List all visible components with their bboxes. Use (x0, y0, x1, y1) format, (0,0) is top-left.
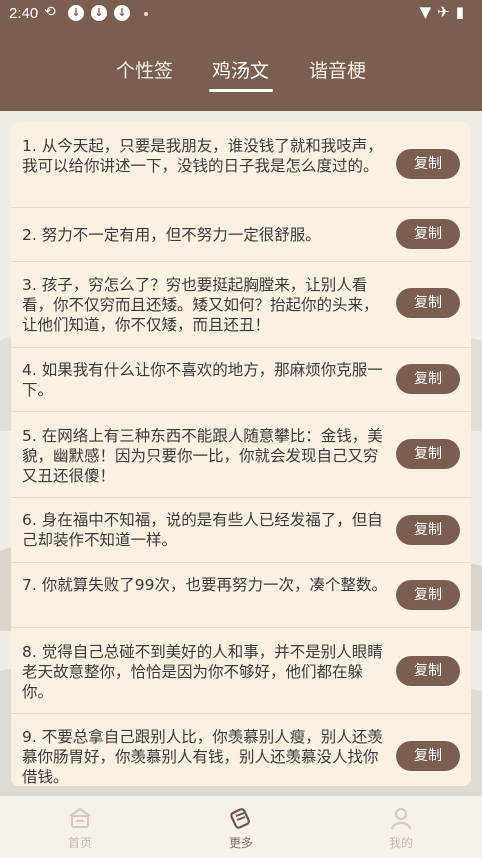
quote-text: 2. 努力不一定有用，但不努力一定很舒服。 (22, 226, 321, 244)
copy-button[interactable]: 复制 (396, 149, 460, 179)
download-icon: ↓ (91, 5, 107, 21)
download-icon: ↓ (114, 5, 130, 21)
quote-text: 5. 在网络上有三种东西不能跟人随意攀比：金钱，美貌，幽默感！因为只要你一比，你… (22, 427, 383, 485)
list-item: 2. 努力不一定有用，但不努力一定很舒服。 复制 (11, 208, 471, 262)
list-item: 9. 不要总拿自己跟别人比，你羡慕别人瘦，别人还羡慕你肠胃好，你羡慕别人有钱，别… (11, 714, 471, 786)
airplane-icon: ✈ (437, 3, 456, 21)
sync-off-icon: ⟲ (44, 4, 56, 20)
list-item: 3. 孩子，穷怎么了？穷也要挺起胸膛来，让别人看看，你不仅穷而且还矮。矮又如何？… (11, 262, 471, 348)
nav-mine[interactable]: 我的 (361, 796, 441, 858)
user-icon (391, 808, 411, 830)
copy-button[interactable]: 复制 (396, 515, 460, 545)
copy-button[interactable]: 复制 (396, 364, 460, 394)
list-item: 5. 在网络上有三种东西不能跟人随意攀比：金钱，美貌，幽默感！因为只要你一比，你… (11, 412, 471, 498)
app-header: 2:40 ⟲ ↓ ↓ ↓ ▼✈▮ 个性签 鸡汤文 谐音梗 (0, 0, 482, 111)
battery-icon: ▮ (455, 3, 470, 21)
quote-text: 6. 身在福中不知福，说的是有些人已经发福了，但自己却装作不知道一样。 (22, 511, 383, 549)
status-bar: 2:40 ⟲ ↓ ↓ ↓ ▼✈▮ (0, 0, 482, 28)
copy-button[interactable]: 复制 (396, 288, 460, 318)
tab-active-indicator (209, 89, 273, 92)
quote-list: 1. 从今天起，只要是我朋友，谁没钱了就和我吱声，我可以给你讲述一下，没钱的日子… (11, 122, 471, 786)
quote-text: 4. 如果我有什么让你不喜欢的地方，那麻烦你克服一下。 (22, 361, 383, 399)
tab-pun[interactable]: 谐音梗 (309, 56, 366, 83)
nav-more[interactable]: 更多 (201, 796, 281, 858)
nav-mine-label: 我的 (388, 836, 413, 850)
list-item: 4. 如果我有什么让你不喜欢的地方，那麻烦你克服一下。 复制 (11, 348, 471, 412)
tab-signature[interactable]: 个性签 (116, 56, 173, 83)
copy-button[interactable]: 复制 (396, 741, 460, 771)
quote-text: 9. 不要总拿自己跟别人比，你羡慕别人瘦，别人还羡慕你肠胃好，你羡慕别人有钱，别… (22, 728, 383, 786)
tab-chicken-soup[interactable]: 鸡汤文 (212, 56, 269, 83)
bottom-nav: 首页 更多 我的 (0, 795, 482, 858)
quote-text: 3. 孩子，穷怎么了？穷也要挺起胸膛来，让别人看看，你不仅穷而且还矮。矮又如何？… (22, 276, 379, 334)
tab-bar: 个性签 鸡汤文 谐音梗 (0, 52, 482, 92)
nav-more-label: 更多 (228, 836, 253, 850)
scroll-icon (230, 808, 250, 829)
list-item: 6. 身在福中不知福，说的是有些人已经发福了，但自己却装作不知道一样。 复制 (11, 498, 471, 563)
wifi-icon: ▼ (419, 3, 438, 21)
copy-button[interactable]: 复制 (396, 219, 460, 249)
nav-home-label: 首页 (67, 836, 92, 850)
copy-button[interactable]: 复制 (396, 580, 460, 610)
list-item: 7. 你就算失败了99次，也要再努力一次，凑个整数。 复制 (11, 563, 471, 628)
copy-button[interactable]: 复制 (396, 439, 460, 469)
quote-text: 7. 你就算失败了99次，也要再努力一次，凑个整数。 (22, 576, 387, 594)
home-icon (69, 807, 91, 828)
status-time: 2:40 (9, 5, 39, 22)
dot-icon (144, 12, 148, 16)
list-item: 8. 觉得自己总碰不到美好的人和事，并不是别人眼睛老天故意整你，恰恰是因为你不够… (11, 628, 471, 714)
nav-home[interactable]: 首页 (40, 796, 120, 858)
quote-text: 8. 觉得自己总碰不到美好的人和事，并不是别人眼睛老天故意整你，恰恰是因为你不够… (22, 643, 383, 701)
list-item: 1. 从今天起，只要是我朋友，谁没钱了就和我吱声，我可以给你讲述一下，没钱的日子… (11, 122, 471, 208)
download-icon: ↓ (68, 5, 84, 21)
quote-text: 1. 从今天起，只要是我朋友，谁没钱了就和我吱声，我可以给你讲述一下，没钱的日子… (22, 137, 383, 175)
copy-button[interactable]: 复制 (396, 656, 460, 686)
system-status-icons: ▼✈▮ (420, 3, 470, 21)
